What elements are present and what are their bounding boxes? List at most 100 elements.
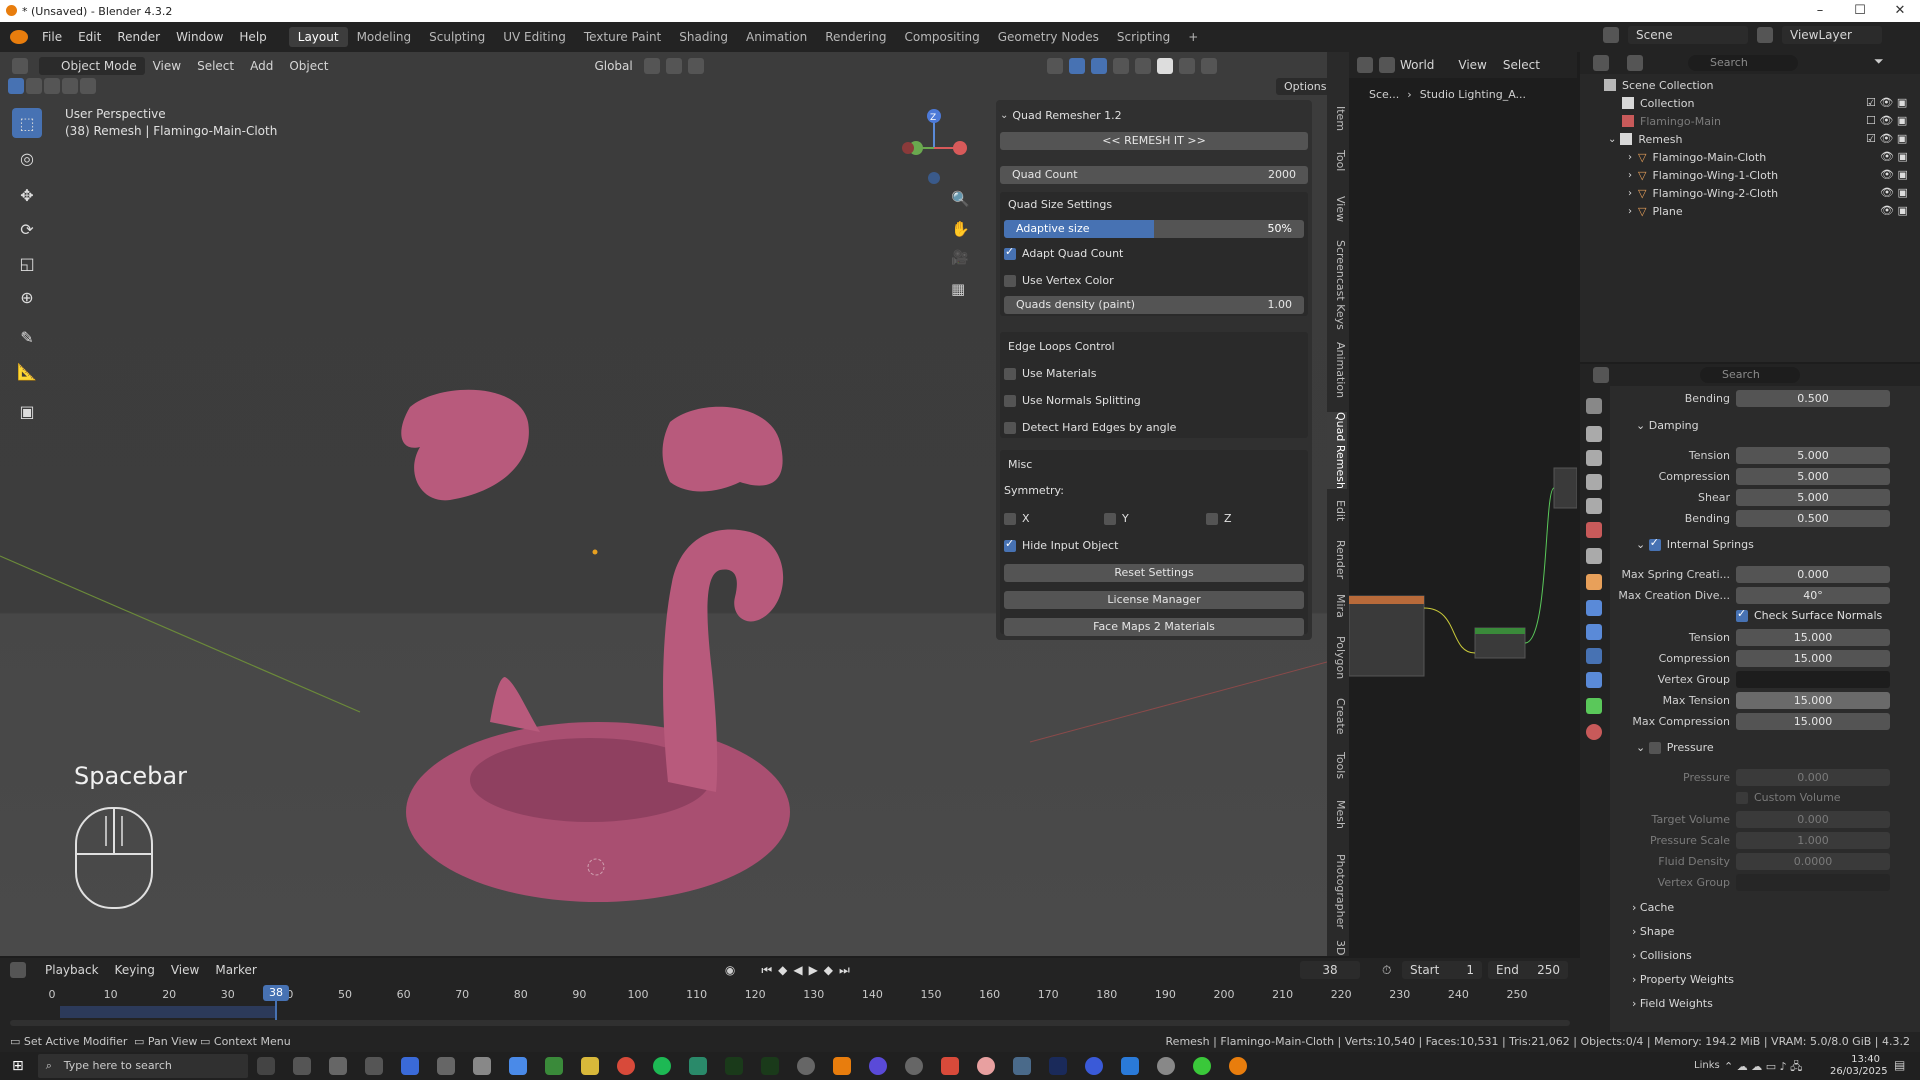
editor-type-icon[interactable] <box>12 58 28 74</box>
menu-object[interactable]: Object <box>281 57 336 75</box>
select-new-icon[interactable] <box>8 78 24 94</box>
menu-render[interactable]: Render <box>109 30 168 44</box>
menu-window[interactable]: Window <box>168 30 231 44</box>
transform-tool[interactable]: ⊕ <box>12 282 42 312</box>
move-tool[interactable]: ✥ <box>12 180 42 210</box>
app-icon-4[interactable] <box>400 1057 419 1075</box>
task-view-icon[interactable] <box>256 1057 275 1075</box>
app-icon-17[interactable] <box>976 1057 995 1075</box>
side-tab-view[interactable]: View <box>1327 196 1347 222</box>
world-type-icon[interactable] <box>1379 57 1395 73</box>
node-editor[interactable]: Sce... › Studio Lighting_A... <box>1349 78 1577 956</box>
taskbar-search-input[interactable]: ⌕ Type here to search <box>37 1054 248 1078</box>
use-materials-checkbox[interactable]: Use Materials <box>1004 366 1096 380</box>
side-tab-tools[interactable]: Tools <box>1327 752 1347 779</box>
menu-view[interactable]: View <box>145 57 189 75</box>
tab-modeling[interactable]: Modeling <box>348 27 421 47</box>
grid-icon[interactable]: ▦ <box>951 280 965 298</box>
side-tab-render[interactable]: Render <box>1327 540 1347 579</box>
app-icon-15[interactable] <box>904 1057 923 1075</box>
vertex-group-field[interactable] <box>1736 671 1890 688</box>
outliner-scene-collection[interactable]: Scene Collection <box>1580 76 1920 94</box>
adaptive-size-slider[interactable]: Adaptive size 50% <box>1004 220 1304 238</box>
add-workspace-icon[interactable]: + <box>1179 27 1207 47</box>
proportional-edit-icon[interactable] <box>687 58 704 74</box>
tab-animation[interactable]: Animation <box>737 27 816 47</box>
select-intersect-icon[interactable] <box>80 78 96 94</box>
menu-add[interactable]: Add <box>242 57 281 75</box>
app-icon-8[interactable] <box>544 1057 563 1075</box>
vscode-icon[interactable] <box>1120 1057 1139 1075</box>
use-normals-splitting-checkbox[interactable]: Use Normals Splitting <box>1004 393 1141 407</box>
damping-header[interactable]: ⌄ Damping <box>1636 419 1699 432</box>
fluid-density-field[interactable]: 0.0000 <box>1736 853 1890 870</box>
camera-icon[interactable]: 🎥 <box>951 250 968 266</box>
app-icon-18[interactable] <box>1012 1057 1031 1075</box>
springs-tension-field[interactable]: 15.000 <box>1736 629 1890 646</box>
rendered-shading-icon[interactable] <box>1200 58 1217 74</box>
tab-sculpting[interactable]: Sculpting <box>420 27 494 47</box>
tab-rendering[interactable]: Rendering <box>816 27 895 47</box>
side-tab-mesh[interactable]: Mesh <box>1327 800 1347 829</box>
pressure-field[interactable]: 0.000 <box>1736 769 1890 786</box>
blender-taskbar-icon[interactable] <box>1228 1057 1247 1075</box>
check-surface-normals-checkbox[interactable]: Check Surface Normals <box>1736 607 1882 622</box>
node-editor-type-icon[interactable] <box>1357 57 1373 73</box>
material-shading-icon[interactable] <box>1178 58 1195 74</box>
clock-date[interactable]: 26/03/2025 <box>1830 1066 1888 1077</box>
target-volume-field[interactable]: 0.000 <box>1736 811 1890 828</box>
field-weights-header[interactable]: › Field Weights <box>1632 997 1713 1010</box>
adapt-quad-count-checkbox[interactable]: Adapt Quad Count <box>1004 245 1123 260</box>
max-creation-field[interactable]: 40° <box>1736 587 1890 604</box>
tab-scripting[interactable]: Scripting <box>1108 27 1179 47</box>
app-icon-5[interactable] <box>436 1057 455 1075</box>
side-tab-quad-remesh[interactable]: Quad Remesh <box>1327 412 1347 489</box>
use-vertex-color-checkbox[interactable]: Use Vertex Color <box>1004 273 1114 287</box>
damping-bending-field[interactable]: 0.500 <box>1736 510 1890 527</box>
annotate-tool[interactable]: ✎ <box>12 322 42 352</box>
pressure-scale-field[interactable]: 1.000 <box>1736 832 1890 849</box>
symmetry-y-checkbox[interactable]: Y <box>1104 511 1129 525</box>
menu-edit[interactable]: Edit <box>70 30 109 44</box>
custom-volume-checkbox[interactable]: Custom Volume <box>1736 791 1841 804</box>
tab-compositing[interactable]: Compositing <box>895 27 988 47</box>
license-manager-button[interactable]: License Manager <box>1004 591 1304 609</box>
side-tab-create[interactable]: Create <box>1327 698 1347 735</box>
rotate-tool[interactable]: ⟳ <box>12 214 42 244</box>
world-selector[interactable]: World <box>1398 56 1442 74</box>
viewlayer-icon[interactable] <box>1757 27 1773 43</box>
notification-icon[interactable]: ▤ <box>1894 1058 1905 1072</box>
pan-hand-icon[interactable]: ✋ <box>951 220 970 238</box>
windows-start-icon[interactable]: ⊞ <box>12 1058 24 1074</box>
property-weights-header[interactable]: › Property Weights <box>1632 973 1734 986</box>
add-cube-tool[interactable]: ▣ <box>12 396 42 426</box>
outliner-search-input[interactable]: Search <box>1688 55 1798 71</box>
viewlayer-selector[interactable]: ViewLayer <box>1782 26 1882 44</box>
max-spring-field[interactable]: 0.000 <box>1736 566 1890 583</box>
panel-header[interactable]: ⌄ Quad Remesher 1.2 <box>1000 106 1308 124</box>
node-menu-view[interactable]: View <box>1450 56 1494 74</box>
photoshop-icon[interactable] <box>1048 1057 1067 1075</box>
vertex-group2-field[interactable] <box>1736 874 1890 891</box>
springs-compression-field[interactable]: 15.000 <box>1736 650 1890 667</box>
outliner-type-icon[interactable] <box>1593 55 1609 71</box>
timeline-scrollbar[interactable] <box>10 1020 1570 1026</box>
max-tension-field[interactable]: 15.000 <box>1736 692 1890 709</box>
internal-springs-checkbox[interactable] <box>1648 536 1661 551</box>
wireframe-shading-icon[interactable] <box>1134 58 1151 74</box>
side-tab-mira[interactable]: Mira <box>1327 594 1347 618</box>
symmetry-z-checkbox[interactable]: Z <box>1206 511 1232 525</box>
pivot-icon[interactable] <box>643 58 660 74</box>
system-tray-icons[interactable]: ⌃ ☁ ☁ ▭ ♪ 🖧 <box>1724 1058 1802 1077</box>
app-icon-11[interactable] <box>760 1057 779 1075</box>
app-icon-14[interactable] <box>868 1057 887 1075</box>
shape-header[interactable]: › Shape <box>1632 925 1674 938</box>
blender-menu-icon[interactable] <box>10 30 28 44</box>
app-icon-9[interactable] <box>688 1057 707 1075</box>
reset-settings-button[interactable]: Reset Settings <box>1004 564 1304 582</box>
select-subtract-icon[interactable] <box>44 78 60 94</box>
remesh-button[interactable]: << REMESH IT >> <box>1000 132 1308 150</box>
gizmo-icon[interactable] <box>1068 58 1085 74</box>
node-menu-select[interactable]: Select <box>1495 56 1548 74</box>
spotify-icon[interactable] <box>652 1057 671 1075</box>
